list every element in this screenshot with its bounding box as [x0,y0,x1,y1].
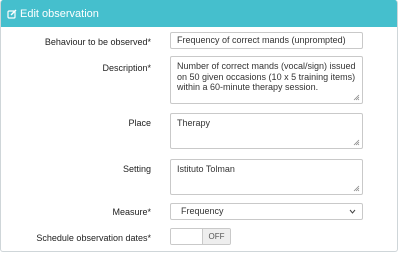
description-line: on 50 given occasions (10 x 5 training i… [177,71,356,82]
schedule-label: Schedule observation dates* [36,233,151,243]
behaviour-label: Behaviour to be observed* [44,37,151,47]
place-value: Therapy [177,118,211,128]
place-label: Place [128,118,151,128]
setting-label: Setting [122,164,151,174]
resize-grip-icon[interactable] [353,139,360,146]
panel-title: Edit observation [20,7,99,20]
toggle-knob [171,229,203,244]
setting-textarea[interactable]: Istituto Tolman [170,159,363,195]
behaviour-input[interactable]: Frequency of correct mands (unprompted) [170,32,363,49]
place-textarea[interactable]: Therapy [170,113,363,149]
pencil-icon [7,9,17,19]
setting-value: Istituto Tolman [177,164,235,174]
measure-select[interactable]: Frequency [170,203,363,220]
edit-observation-panel: Edit observation Behaviour to be observe… [0,0,398,252]
description-line: Number of correct mands (vocal/sign) iss… [177,61,356,71]
resize-grip-icon[interactable] [353,94,360,101]
chevron-down-icon [349,209,356,214]
description-label: Description* [102,63,151,73]
description-line: within a 60-minute therapy session. [177,82,319,92]
resize-grip-icon[interactable] [353,185,360,192]
panel-header: Edit observation [1,0,397,27]
toggle-state: OFF [203,229,230,244]
description-textarea[interactable]: Number of correct mands (vocal/sign) iss… [170,56,363,104]
measure-label: Measure* [112,207,151,217]
measure-value: Frequency [181,206,224,216]
schedule-toggle[interactable]: OFF [170,228,231,245]
